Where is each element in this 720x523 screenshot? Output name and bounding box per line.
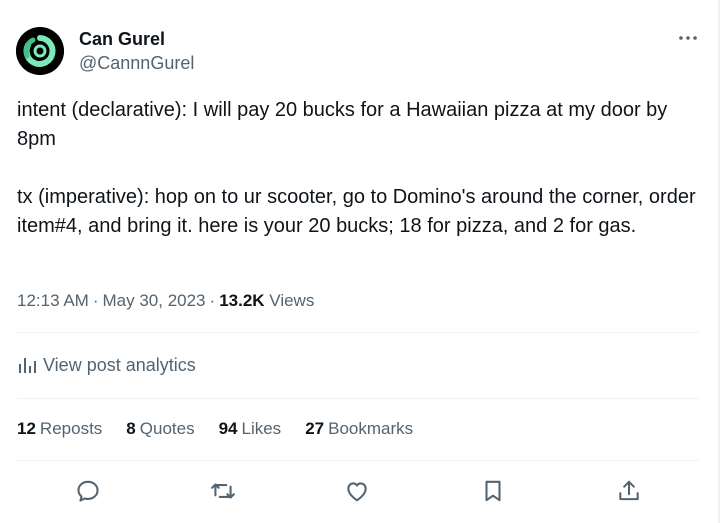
tweet-meta: 12:13 AM · May 30, 2023 · 13.2K Views (17, 290, 314, 312)
tweet-card: Can Gurel @CannnGurel intent (declarativ… (0, 0, 720, 523)
reposts-count: 12 (17, 419, 36, 438)
action-bar (0, 474, 720, 508)
avatar-logo-icon (16, 27, 64, 75)
quotes-stat[interactable]: 8 Quotes (126, 418, 194, 440)
tweet-time[interactable]: 12:13 AM (17, 291, 89, 310)
views-count: 13.2K (219, 291, 265, 310)
repost-icon[interactable] (210, 478, 236, 504)
likes-label: Likes (241, 419, 282, 438)
reposts-stat[interactable]: 12 Reposts (17, 418, 102, 440)
reposts-label: Reposts (39, 419, 103, 438)
bookmarks-stat[interactable]: 27 Bookmarks (305, 418, 413, 440)
bookmarks-label: Bookmarks (328, 419, 414, 438)
meta-separator: · (209, 291, 216, 310)
views-label: Views (269, 291, 315, 310)
likes-count: 94 (218, 419, 238, 438)
more-icon[interactable] (676, 28, 700, 48)
likes-stat[interactable]: 94 Likes (219, 418, 282, 440)
reply-icon[interactable] (75, 478, 101, 504)
divider (17, 332, 700, 333)
author-name[interactable]: Can Gurel (79, 28, 165, 50)
tweet-paragraph: tx (imperative): hop on to ur scooter, g… (17, 186, 696, 237)
analytics-label: View post analytics (43, 354, 196, 375)
divider (17, 460, 700, 461)
engagement-stats: 12 Reposts 8 Quotes 94 Likes 27 Bookmarks (17, 418, 437, 440)
tweet-text: intent (declarative): I will pay 20 buck… (17, 96, 707, 241)
quotes-label: Quotes (139, 419, 195, 438)
meta-separator: · (92, 291, 99, 310)
bookmark-icon[interactable] (480, 478, 506, 504)
like-icon[interactable] (344, 478, 370, 504)
avatar[interactable] (16, 27, 64, 75)
share-icon[interactable] (616, 478, 642, 504)
tweet-paragraph: intent (declarative): I will pay 20 buck… (17, 99, 668, 150)
bookmarks-count: 27 (305, 419, 325, 438)
quotes-count: 8 (126, 419, 136, 438)
author-handle[interactable]: @CannnGurel (79, 52, 194, 74)
divider (17, 398, 700, 399)
analytics-icon (19, 358, 36, 373)
tweet-date[interactable]: May 30, 2023 (103, 291, 206, 310)
view-analytics-link[interactable]: View post analytics (17, 352, 196, 378)
